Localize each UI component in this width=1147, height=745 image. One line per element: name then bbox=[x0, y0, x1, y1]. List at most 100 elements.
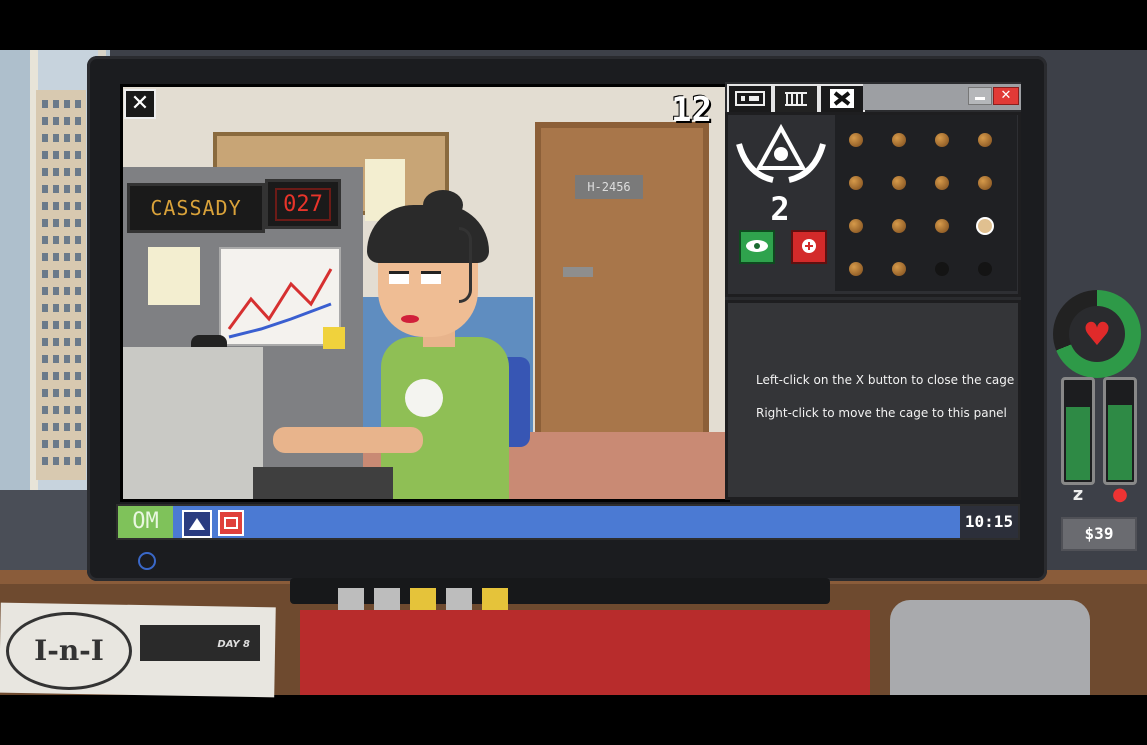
cage-titlebar: ✕ bbox=[725, 82, 1021, 112]
building-window bbox=[42, 100, 48, 108]
building-window bbox=[53, 304, 59, 312]
cage-slot[interactable] bbox=[892, 219, 906, 233]
building-window bbox=[75, 372, 81, 380]
building-window bbox=[53, 253, 59, 261]
cage-grid[interactable] bbox=[835, 115, 1017, 291]
building-window bbox=[75, 117, 81, 125]
hunger-bar-fill bbox=[1108, 404, 1132, 480]
cage-slot[interactable] bbox=[849, 219, 863, 233]
cage-slot[interactable] bbox=[849, 133, 863, 147]
building-window bbox=[53, 151, 59, 159]
cage-help-panel: Left-click on the X button to close the … bbox=[725, 300, 1021, 500]
indicator-light bbox=[374, 588, 400, 610]
keyboard bbox=[253, 467, 393, 499]
building-window bbox=[64, 440, 70, 448]
building-window bbox=[42, 355, 48, 363]
cage-slot[interactable] bbox=[935, 219, 949, 233]
eye bbox=[421, 271, 441, 284]
headset-icon bbox=[459, 227, 472, 303]
cage-slot[interactable] bbox=[849, 176, 863, 190]
building-window bbox=[53, 423, 59, 431]
tab-cage[interactable] bbox=[773, 84, 819, 112]
building-window bbox=[75, 236, 81, 244]
cage-slot[interactable] bbox=[935, 133, 949, 147]
cage-slot[interactable] bbox=[978, 133, 992, 147]
post-it bbox=[323, 327, 345, 349]
taskbar-phone-icon[interactable] bbox=[218, 510, 244, 536]
building-window bbox=[42, 134, 48, 142]
cage-window: ✕ 2 Left-click on the X button to close … bbox=[725, 82, 1021, 500]
building-window bbox=[42, 423, 48, 431]
power-icon[interactable] bbox=[138, 552, 156, 570]
number-plate: 027 bbox=[265, 179, 341, 229]
help-line-2: Right-click to move the cage to this pan… bbox=[756, 406, 1007, 420]
building-window bbox=[64, 389, 70, 397]
building-window bbox=[75, 321, 81, 329]
minimize-icon bbox=[975, 97, 985, 100]
door-sign: H-2456 bbox=[575, 175, 643, 199]
building-window bbox=[53, 372, 59, 380]
building-window bbox=[53, 219, 59, 227]
cage-slot[interactable] bbox=[892, 262, 906, 276]
building-window bbox=[75, 185, 81, 193]
alert-button[interactable] bbox=[791, 230, 827, 264]
eye-icon bbox=[746, 240, 768, 252]
building-window bbox=[53, 185, 59, 193]
watch-button[interactable] bbox=[739, 230, 775, 264]
building-window bbox=[53, 134, 59, 142]
taskbar-house-icon[interactable] bbox=[182, 510, 212, 538]
building-window bbox=[42, 168, 48, 176]
cage-slot[interactable] bbox=[978, 176, 992, 190]
building-window bbox=[53, 338, 59, 346]
cage-slot[interactable] bbox=[935, 262, 949, 276]
building-window bbox=[75, 423, 81, 431]
building-window bbox=[42, 389, 48, 397]
building-window bbox=[64, 168, 70, 176]
hunger-bar bbox=[1103, 377, 1137, 485]
building-window bbox=[64, 338, 70, 346]
cage-slot[interactable] bbox=[935, 176, 949, 190]
tab-close-cage[interactable] bbox=[819, 84, 865, 112]
cage-slot[interactable] bbox=[978, 262, 992, 276]
employee-number: 027 bbox=[275, 187, 331, 221]
building-window bbox=[75, 202, 81, 210]
building-window bbox=[53, 117, 59, 125]
building-window bbox=[75, 253, 81, 261]
start-button[interactable]: OM bbox=[118, 506, 173, 538]
woman-body bbox=[381, 337, 509, 499]
window-close-button[interactable]: ✕ bbox=[993, 87, 1019, 105]
x-icon bbox=[830, 89, 854, 108]
cage-slot[interactable] bbox=[978, 219, 992, 233]
building-window bbox=[64, 304, 70, 312]
building-window bbox=[64, 321, 70, 329]
cage-slot[interactable] bbox=[892, 176, 906, 190]
camera-feed: H-2456 bbox=[120, 84, 730, 502]
building-window bbox=[53, 287, 59, 295]
eye bbox=[389, 271, 409, 284]
building-window bbox=[64, 151, 70, 159]
clock: 10:15 bbox=[960, 506, 1018, 538]
building-window bbox=[75, 270, 81, 278]
food-icon: ● bbox=[1112, 484, 1128, 505]
tab-camera[interactable] bbox=[727, 84, 773, 112]
minimize-button[interactable] bbox=[968, 87, 992, 105]
door-handle bbox=[563, 267, 593, 277]
building-window bbox=[75, 457, 81, 465]
building-window bbox=[42, 457, 48, 465]
notebook[interactable] bbox=[300, 610, 870, 695]
building-window bbox=[64, 423, 70, 431]
building-window bbox=[64, 270, 70, 278]
cage-count: 2 bbox=[770, 190, 790, 228]
feed-close-button[interactable]: ✕ bbox=[124, 89, 156, 119]
building-window bbox=[42, 236, 48, 244]
heart-icon: ♥ bbox=[1082, 315, 1112, 353]
building-window bbox=[42, 219, 48, 227]
building-window bbox=[42, 321, 48, 329]
shirt-flower bbox=[405, 379, 443, 417]
cage-slot[interactable] bbox=[892, 133, 906, 147]
desk-phone[interactable] bbox=[890, 600, 1090, 695]
cage-slot[interactable] bbox=[849, 262, 863, 276]
building-window bbox=[53, 321, 59, 329]
indicator-light bbox=[482, 588, 508, 610]
indicator-light bbox=[410, 588, 436, 610]
